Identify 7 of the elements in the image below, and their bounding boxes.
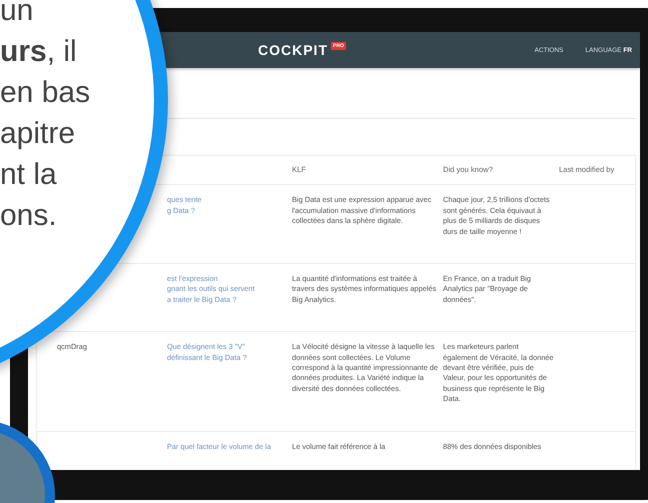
callout-text: apitre <box>0 116 76 152</box>
callout-text: nt la <box>0 157 58 193</box>
callout-text: ons. <box>0 198 58 234</box>
callout-text: en bas <box>0 75 90 111</box>
logo: COCKPIT <box>258 42 328 58</box>
callout-text: urs, il <box>0 34 78 70</box>
callout-text: un <box>0 0 34 29</box>
